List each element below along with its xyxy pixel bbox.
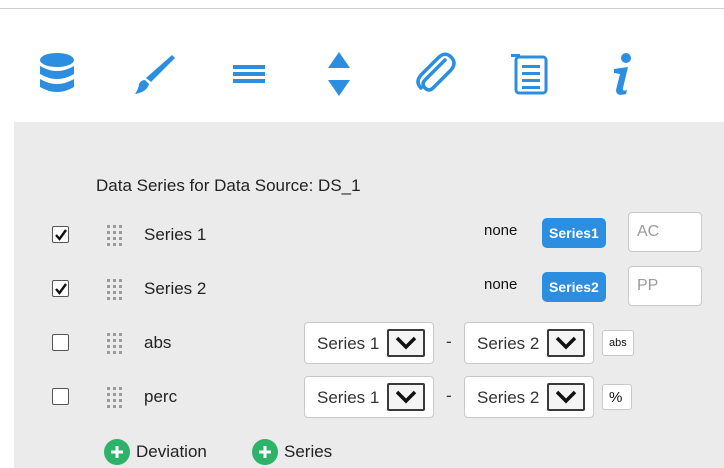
minus-sign: - xyxy=(446,332,452,351)
section-title-rest: for Data Source: DS_1 xyxy=(184,176,361,195)
brush-icon xyxy=(131,52,175,96)
chevron-down-icon[interactable] xyxy=(387,383,425,411)
tab-info[interactable] xyxy=(580,26,666,122)
select-value: Series 2 xyxy=(477,334,540,353)
series-code-input[interactable]: PP xyxy=(628,266,702,306)
series-label: Series 2 xyxy=(144,279,207,298)
series-label: Series 1 xyxy=(144,225,207,244)
tab-list[interactable] xyxy=(488,26,574,122)
drag-handle-icon[interactable] xyxy=(106,386,124,408)
tab-bar xyxy=(14,26,724,122)
deviation-row: perc Series 1 - Series 2 % xyxy=(14,376,724,420)
plus-circle-icon xyxy=(252,439,278,465)
none-label: none xyxy=(484,276,518,293)
minus-sign: - xyxy=(446,386,452,405)
plus-circle-icon xyxy=(104,439,130,465)
drag-handle-icon[interactable] xyxy=(106,332,124,354)
none-label: none xyxy=(484,222,518,239)
row-checkbox[interactable] xyxy=(52,226,69,243)
chevron-down-icon[interactable] xyxy=(547,383,585,411)
tab-layout[interactable] xyxy=(206,26,292,122)
subtrahend-series-select[interactable]: Series 2 xyxy=(464,376,594,418)
unit-input[interactable]: % xyxy=(602,384,632,410)
minuend-series-select[interactable]: Series 1 xyxy=(304,322,434,364)
data-series-panel: Data Series for Data Source: DS_1 Series… xyxy=(14,122,724,468)
row-checkbox[interactable] xyxy=(52,388,69,405)
series-badge[interactable]: Series1 xyxy=(542,218,606,248)
select-value: Series 1 xyxy=(317,334,380,353)
paperclip-icon xyxy=(411,50,459,98)
tab-data[interactable] xyxy=(14,26,100,122)
deviation-label: perc xyxy=(144,387,178,406)
chevron-down-icon[interactable] xyxy=(547,329,585,357)
chevron-down-icon[interactable] xyxy=(387,329,425,357)
add-series-button[interactable]: Series xyxy=(252,438,332,466)
add-deviation-button[interactable]: Deviation xyxy=(104,438,207,466)
info-icon xyxy=(611,52,635,96)
list-icon xyxy=(511,52,551,96)
drag-handle-icon[interactable] xyxy=(106,278,124,300)
top-border xyxy=(0,8,724,9)
add-series-label: Series xyxy=(284,442,333,461)
series-row: Series 2 none Series2 PP xyxy=(14,266,724,312)
minuend-series-select[interactable]: Series 1 xyxy=(304,376,434,418)
section-title-strong: Data Series xyxy=(96,176,185,195)
tab-style[interactable] xyxy=(110,26,196,122)
add-deviation-label: Deviation xyxy=(136,442,207,461)
tab-sorting[interactable] xyxy=(296,26,382,122)
section-title: Data Series for Data Source: DS_1 xyxy=(96,176,361,196)
database-icon xyxy=(37,52,77,96)
row-checkbox[interactable] xyxy=(52,334,69,351)
tab-attachments[interactable] xyxy=(392,26,478,122)
deviation-label: abs xyxy=(144,333,172,352)
deviation-row: abs Series 1 - Series 2 abs xyxy=(14,322,724,366)
series-code-input[interactable]: AC xyxy=(628,212,702,252)
subtrahend-series-select[interactable]: Series 2 xyxy=(464,322,594,364)
series-row: Series 1 none Series1 AC xyxy=(14,212,724,258)
drag-handle-icon[interactable] xyxy=(106,224,124,246)
sort-arrows-icon xyxy=(327,50,351,98)
menu-lines-icon xyxy=(233,61,265,87)
series-badge[interactable]: Series2 xyxy=(542,272,606,302)
row-checkbox[interactable] xyxy=(52,280,69,297)
select-value: Series 1 xyxy=(317,388,380,407)
unit-input[interactable]: abs xyxy=(602,330,634,356)
select-value: Series 2 xyxy=(477,388,540,407)
